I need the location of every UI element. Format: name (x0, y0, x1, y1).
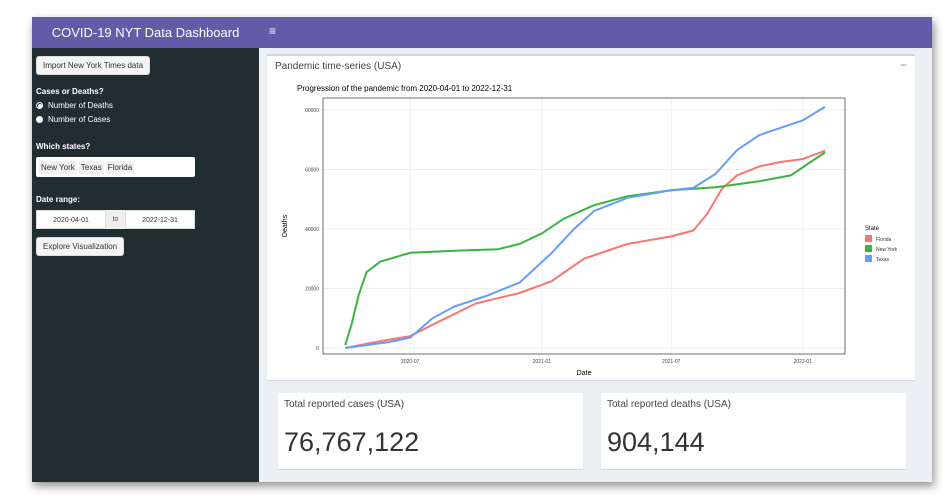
radio-label-cases: Number of Cases (48, 115, 111, 124)
deaths-box-title: Total reported deaths (USA) (607, 399, 731, 410)
series-line-new-york (344, 151, 826, 346)
legend-swatch (865, 245, 872, 252)
radio-label-deaths: Number of Deaths (48, 101, 113, 110)
timeseries-chart: Progression of the pandemic from 2020-04… (282, 84, 898, 377)
plot-panel-border (322, 97, 846, 355)
deaths-value-box: Total reported deaths (USA) 904,144 (601, 393, 906, 469)
explore-visualization-button[interactable]: Explore Visualization (36, 237, 125, 256)
chart-title: Progression of the pandemic from 2020-04… (297, 84, 513, 93)
sidebar-toggle-icon[interactable]: ≡ (269, 24, 276, 38)
legend-label: Texas (876, 257, 890, 263)
cases-value-box: Total reported cases (USA) 76,767,122 (278, 393, 583, 469)
x-tick-label: 2021-01 (533, 359, 552, 365)
radio-selected-icon[interactable] (36, 102, 43, 109)
states-select[interactable]: New York Texas Florida (36, 157, 195, 177)
cases-or-deaths-label: Cases or Deaths? (36, 87, 104, 96)
state-chip[interactable]: Texas (78, 160, 104, 174)
legend-title: State (865, 226, 880, 232)
plot-box-title: Pandemic time-series (USA) (275, 61, 402, 72)
y-tick-label: 40000 (305, 227, 319, 233)
plot-box: Progression of the pandemic from 2020-04… (267, 54, 915, 380)
which-states-label: Which states? (36, 142, 91, 151)
radio-option-deaths[interactable]: Number of Deaths (36, 101, 255, 110)
y-axis-label: Deaths (282, 214, 289, 237)
y-tick-label: 20000 (305, 287, 319, 293)
series-line-florida (345, 149, 826, 349)
dashboard-window: COVID-19 NYT Data Dashboard Import New Y… (32, 17, 932, 482)
deaths-box-value: 904,144 (607, 427, 705, 457)
series-line-texas (345, 106, 826, 349)
app-title: COVID-19 NYT Data Dashboard (32, 17, 259, 48)
radio-option-cases[interactable]: Number of Cases (36, 115, 255, 124)
x-tick-label: 2022-01 (794, 359, 813, 365)
x-axis-label: Date (577, 370, 592, 377)
legend-label: New York (876, 247, 898, 253)
y-tick-label: 60000 (305, 167, 319, 173)
radio-unselected-icon[interactable] (36, 116, 43, 123)
top-navbar: ≡ (259, 17, 932, 48)
state-chip[interactable]: New York (39, 160, 77, 174)
y-tick-label: 80000 (305, 108, 319, 114)
collapse-icon[interactable]: − (900, 58, 907, 72)
sidebar: COVID-19 NYT Data Dashboard Import New Y… (32, 17, 259, 482)
state-chip[interactable]: Florida (105, 160, 135, 174)
import-data-button[interactable]: Import New York Times data (36, 56, 151, 75)
legend-label: Florida (876, 237, 892, 243)
y-tick-label: 0 (316, 346, 319, 352)
legend-swatch (865, 255, 872, 262)
date-end-input[interactable]: 2022-12-31 (125, 210, 195, 229)
legend-swatch (865, 235, 872, 242)
cases-box-title: Total reported cases (USA) (284, 399, 405, 410)
x-tick-label: 2021-07 (662, 359, 681, 365)
cases-box-value: 76,767,122 (284, 427, 420, 457)
date-range-label: Date range: (36, 195, 81, 204)
date-range-separator: to (106, 210, 125, 229)
date-start-input[interactable]: 2020-04-01 (36, 210, 106, 229)
x-tick-label: 2020-07 (401, 359, 420, 365)
date-range-input: 2020-04-01 to 2022-12-31 (36, 210, 195, 229)
